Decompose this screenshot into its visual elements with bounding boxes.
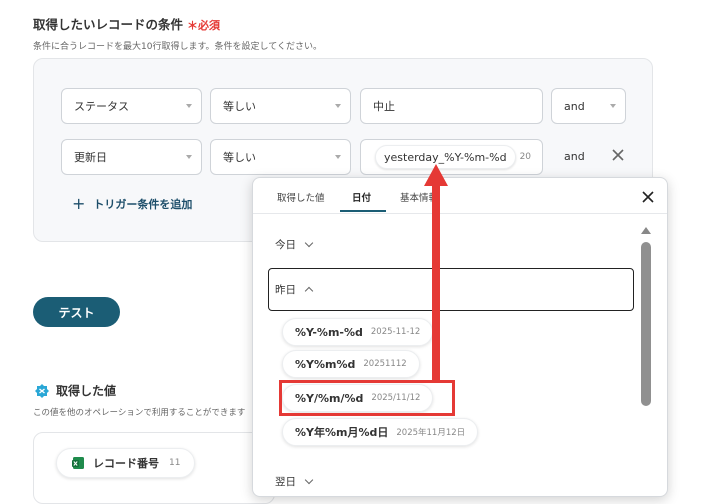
operator-label: 等しい bbox=[223, 100, 256, 113]
section-today[interactable]: 今日 bbox=[275, 237, 314, 252]
acquired-description: この値を他のオペレーションで利用することができます bbox=[33, 408, 246, 418]
tab-acquired-values[interactable]: 取得した値 bbox=[277, 190, 325, 204]
scroll-up-icon[interactable] bbox=[641, 227, 651, 234]
tab-date[interactable]: 日付 bbox=[352, 190, 371, 204]
format-text: %Y%m%d bbox=[295, 357, 356, 371]
test-button[interactable]: テスト bbox=[33, 297, 120, 327]
format-text: %Y-%m-%d bbox=[295, 325, 363, 339]
required-mark: ＊必須 bbox=[187, 19, 221, 32]
field-label: ステータス bbox=[74, 100, 129, 113]
chevron-down-icon bbox=[335, 155, 341, 159]
value-suffix: 20 bbox=[519, 152, 532, 162]
acquired-values-heading: 取得した値 bbox=[34, 382, 116, 399]
close-icon bbox=[642, 191, 654, 203]
section-title: 取得したいレコードの条件 ＊必須 bbox=[33, 14, 220, 33]
format-text: %Y年%m月%d日 bbox=[295, 426, 389, 439]
value-text: 中止 bbox=[373, 100, 395, 113]
scrollbar-thumb[interactable] bbox=[641, 242, 651, 406]
format-option[interactable]: %Y年%m月%d日 2025年11月12日 bbox=[282, 418, 479, 446]
format-option[interactable]: %Y-%m-%d 2025-11-12 bbox=[282, 318, 434, 346]
arrow-icon bbox=[424, 164, 448, 382]
section-description: 条件に合うレコードを最大10行取得します。条件を設定してください。 bbox=[33, 42, 323, 52]
section-yesterday-label: 昨日 bbox=[275, 284, 296, 296]
section-tomorrow[interactable]: 翌日 bbox=[275, 474, 314, 489]
plus-icon: + bbox=[72, 194, 86, 213]
close-popup-button[interactable] bbox=[641, 189, 655, 208]
title-text: 取得したいレコードの条件 bbox=[33, 17, 184, 32]
item-label: レコード番号 bbox=[93, 457, 159, 470]
condition-1-value-input[interactable]: 中止 bbox=[360, 88, 543, 124]
condition-1-joiner-select[interactable]: and bbox=[551, 88, 626, 124]
item-value: 11 bbox=[169, 458, 181, 468]
variable-picker-popup: 取得した値 日付 基本情報 今日 昨日 %Y-%m-%d 2025-11-12 %… bbox=[252, 177, 668, 497]
condition-2-joiner: and bbox=[564, 150, 585, 163]
format-example: 2025-11-12 bbox=[370, 327, 421, 337]
chevron-up-icon bbox=[304, 286, 314, 296]
condition-1-field-select[interactable]: ステータス bbox=[61, 88, 202, 124]
acquired-title: 取得した値 bbox=[56, 384, 117, 398]
add-trigger-condition-button[interactable]: + トリガー条件を追加 bbox=[72, 194, 192, 213]
chevron-down-icon bbox=[186, 104, 192, 108]
highlight-box bbox=[279, 380, 455, 416]
chevron-down-icon bbox=[610, 104, 616, 108]
operator-label: 等しい bbox=[223, 151, 256, 164]
format-example: 2025年11月12日 bbox=[396, 428, 466, 438]
sheet-icon bbox=[72, 457, 84, 469]
close-icon bbox=[612, 149, 624, 161]
section-today-label: 今日 bbox=[275, 239, 296, 251]
joiner-label: and bbox=[564, 99, 585, 113]
active-tab-indicator bbox=[340, 210, 386, 212]
chevron-down-icon bbox=[186, 155, 192, 159]
add-trigger-label: トリガー条件を追加 bbox=[93, 197, 193, 211]
section-tomorrow-label: 翌日 bbox=[275, 476, 296, 488]
chevron-down-icon bbox=[304, 238, 314, 247]
remove-condition-button[interactable] bbox=[610, 147, 626, 167]
tab-divider bbox=[253, 213, 667, 214]
format-example: 20251112 bbox=[363, 359, 407, 369]
condition-2-field-select[interactable]: 更新日 bbox=[61, 139, 202, 175]
field-label: 更新日 bbox=[74, 151, 107, 164]
section-yesterday[interactable]: 昨日 bbox=[275, 282, 314, 297]
format-option[interactable]: %Y%m%d 20251112 bbox=[282, 350, 420, 378]
chevron-down-icon bbox=[335, 104, 341, 108]
condition-2-operator-select[interactable]: 等しい bbox=[210, 139, 351, 175]
acquired-item-record-number[interactable]: レコード番号 11 bbox=[56, 448, 196, 478]
condition-1-operator-select[interactable]: 等しい bbox=[210, 88, 351, 124]
badge-icon bbox=[35, 383, 49, 398]
chevron-down-icon bbox=[304, 475, 314, 484]
